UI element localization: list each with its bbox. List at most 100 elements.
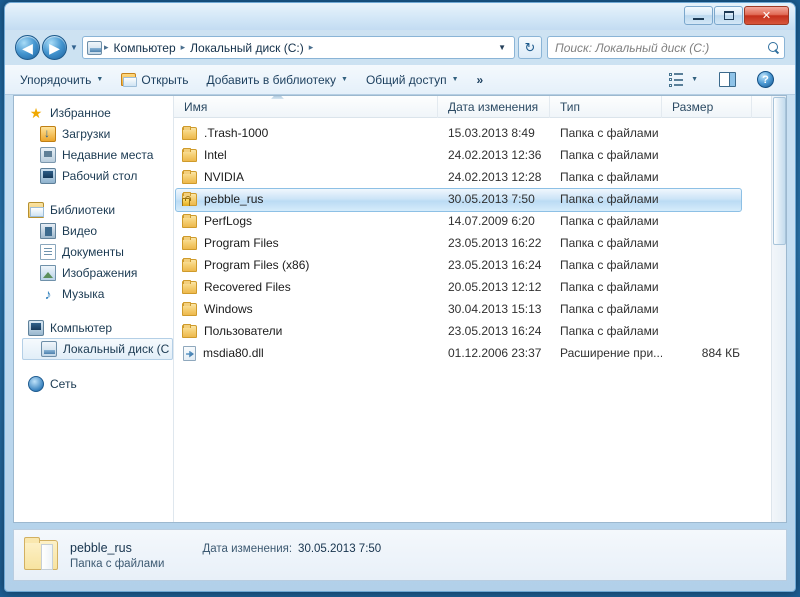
table-row[interactable]: PerfLogs 14.07.2009 6:20 Папка с файлами (174, 210, 786, 232)
forward-button[interactable]: ▶ (42, 35, 67, 60)
sidebar-item-network[interactable]: Сеть (14, 373, 173, 394)
file-name: Program Files (204, 236, 279, 250)
cell-type: Папка с файлами (560, 236, 659, 250)
close-button[interactable]: ✕ (744, 6, 789, 25)
file-rows[interactable]: .Trash-1000 15.03.2013 8:49 Папка с файл… (174, 118, 786, 522)
table-row[interactable]: Пользователи 23.05.2013 16:24 Папка с фа… (174, 320, 786, 342)
cell-name: Windows (174, 302, 438, 316)
sidebar-label: Компьютер (50, 320, 113, 335)
breadcrumb-local-disk[interactable]: Локальный диск (C:) (187, 40, 307, 56)
cell-date: 23.05.2013 16:22 (448, 236, 542, 250)
column-header-size[interactable]: Размер (662, 96, 752, 118)
explorer-window: ✕ ◀ ▶ ▼ ▸ Компьютер ▸ Локальный диск (C:… (4, 2, 796, 592)
back-button[interactable]: ◀ (15, 35, 40, 60)
change-view-button[interactable]: ▼ (660, 69, 707, 91)
details-date-label: Дата изменения: (202, 543, 293, 555)
cell-name: NVIDIA (174, 170, 438, 184)
scrollbar-thumb[interactable] (773, 97, 786, 245)
sidebar-label: Видео (62, 223, 98, 238)
column-header-row: Имя Дата изменения Тип Размер (174, 96, 786, 118)
table-row-selected[interactable]: pebble_rus 30.05.2013 7:50 Папка с файла… (174, 188, 786, 212)
sidebar-item-libraries[interactable]: Библиотеки (14, 199, 173, 220)
folder-icon (182, 324, 197, 338)
open-folder-icon (121, 73, 138, 87)
search-input-placeholder[interactable]: Поиск: Локальный диск (C:) (555, 41, 768, 55)
breadcrumb-computer[interactable]: Компьютер (111, 40, 179, 56)
table-row[interactable]: Recovered Files 20.05.2013 12:12 Папка с… (174, 276, 786, 298)
cell-type: Папка с файлами (560, 126, 659, 140)
sidebar-label: Сеть (50, 376, 77, 391)
minimize-button[interactable] (684, 6, 713, 25)
cell-type: Папка с файлами (560, 302, 659, 316)
cell-name: pebble_rus (174, 192, 438, 206)
search-icon (768, 41, 780, 54)
navigation-pane[interactable]: ★ Избранное Загрузки Недавние места Рабо… (14, 96, 174, 522)
details-date-value: 30.05.2013 7:50 (298, 543, 382, 555)
organize-button[interactable]: Упорядочить ▼ (11, 69, 112, 91)
open-button[interactable]: Открыть (112, 69, 197, 91)
table-row[interactable]: msdia80.dll 01.12.2006 23:37 Расширение … (174, 342, 786, 364)
overflow-button[interactable]: » (468, 69, 493, 91)
lock-icon (182, 195, 191, 206)
sidebar-item-downloads[interactable]: Загрузки (14, 123, 173, 144)
dll-file-icon (183, 345, 196, 361)
library-icon (28, 201, 44, 218)
address-dropdown-icon[interactable]: ▼ (492, 43, 512, 52)
folder-icon (182, 214, 197, 228)
sidebar-item-computer[interactable]: Компьютер (14, 317, 173, 338)
column-header-name[interactable]: Имя (174, 96, 438, 118)
cell-size: 884 КБ (701, 346, 740, 360)
sidebar-item-favorites[interactable]: ★ Избранное (14, 102, 173, 123)
column-header-date-modified[interactable]: Дата изменения (438, 96, 550, 118)
share-button[interactable]: Общий доступ ▼ (357, 69, 468, 91)
star-icon: ★ (29, 104, 43, 121)
drive-icon (87, 40, 102, 55)
add-to-library-button[interactable]: Добавить в библиотеку ▼ (198, 69, 357, 91)
pictures-icon (40, 264, 56, 281)
music-icon: ♪ (44, 285, 52, 302)
table-row[interactable]: Windows 30.04.2013 15:13 Папка с файлами (174, 298, 786, 320)
cell-type: Папка с файлами (560, 258, 659, 272)
nav-group-network: Сеть (14, 373, 173, 394)
details-name: pebble_rus (70, 540, 132, 555)
vertical-scrollbar[interactable] (771, 96, 786, 522)
cell-date: 20.05.2013 12:12 (448, 280, 542, 294)
organize-label: Упорядочить (20, 72, 92, 87)
cell-name: msdia80.dll (174, 345, 438, 361)
folder-icon (182, 236, 197, 250)
file-name: Windows (204, 302, 253, 316)
chevron-down-icon: ▼ (691, 76, 698, 83)
maximize-button[interactable] (714, 6, 743, 25)
table-row[interactable]: Program Files 23.05.2013 16:22 Папка с ф… (174, 232, 786, 254)
search-box[interactable]: Поиск: Локальный диск (C:) (547, 36, 785, 59)
sidebar-item-local-disk-c[interactable]: Локальный диск (C (22, 338, 173, 360)
column-header-type[interactable]: Тип (550, 96, 662, 118)
sidebar-item-documents[interactable]: Документы (14, 241, 173, 262)
history-dropdown-icon[interactable]: ▼ (67, 43, 81, 52)
sidebar-item-music[interactable]: ♪ Музыка (14, 283, 173, 304)
sidebar-item-recent-places[interactable]: Недавние места (14, 144, 173, 165)
documents-icon (40, 243, 56, 260)
folder-icon (182, 148, 197, 162)
sidebar-item-pictures[interactable]: Изображения (14, 262, 173, 283)
table-row[interactable]: NVIDIA 24.02.2013 12:28 Папка с файлами (174, 166, 786, 188)
address-bar[interactable]: ▸ Компьютер ▸ Локальный диск (C:) ▸ ▼ (82, 36, 515, 59)
sidebar-label: Локальный диск (C (63, 342, 170, 356)
file-name: Intel (204, 148, 227, 162)
view-options-icon (669, 72, 685, 87)
details-text-group: pebble_rus Папка с файлами (70, 541, 164, 570)
cell-date: 30.04.2013 15:13 (448, 302, 542, 316)
refresh-button[interactable]: ↻ (518, 36, 542, 59)
table-row[interactable]: Intel 24.02.2013 12:36 Папка с файлами (174, 144, 786, 166)
table-row[interactable]: Program Files (x86) 23.05.2013 16:24 Пап… (174, 254, 786, 276)
sidebar-item-desktop[interactable]: Рабочий стол (14, 165, 173, 186)
cell-date: 15.03.2013 8:49 (448, 126, 535, 140)
table-row[interactable]: .Trash-1000 15.03.2013 8:49 Папка с файл… (174, 122, 786, 144)
breadcrumb-separator: ▸ (104, 42, 109, 52)
help-button[interactable]: ? (748, 67, 783, 92)
sidebar-item-video[interactable]: Видео (14, 220, 173, 241)
preview-pane-button[interactable] (710, 68, 745, 91)
